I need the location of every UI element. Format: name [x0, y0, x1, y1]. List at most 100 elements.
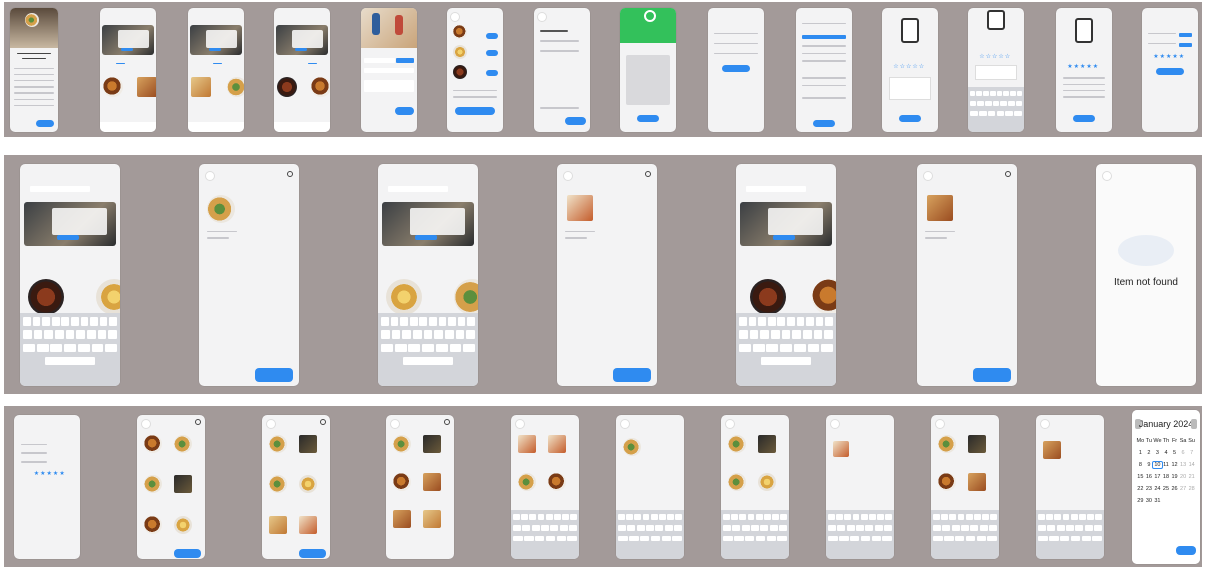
- calendar-day[interactable]: 13: [1179, 462, 1188, 468]
- calendar-day[interactable]: 21: [1187, 474, 1196, 480]
- menu-item-image[interactable]: [392, 435, 411, 454]
- back-button[interactable]: [725, 419, 736, 430]
- calendar-day[interactable]: 27: [1179, 486, 1188, 492]
- view-cart-button[interactable]: [613, 368, 651, 382]
- menu-item-image[interactable]: [758, 435, 777, 454]
- menu-item-image[interactable]: [143, 435, 162, 454]
- menu-item-image[interactable]: [968, 435, 987, 454]
- option-toggle[interactable]: [486, 50, 499, 57]
- comment-box[interactable]: [888, 77, 932, 100]
- menu-item-image[interactable]: [268, 435, 287, 454]
- search-icon[interactable]: [645, 170, 651, 177]
- keyboard[interactable]: [378, 312, 478, 386]
- chevron-right-icon[interactable]: [1190, 419, 1197, 430]
- option-toggle[interactable]: [486, 70, 499, 76]
- back-button[interactable]: [620, 419, 631, 430]
- menu-item-image[interactable]: [423, 472, 442, 491]
- food-item-image[interactable]: [136, 77, 156, 98]
- menu-item-image[interactable]: [968, 472, 987, 491]
- view-cart-button[interactable]: [174, 548, 201, 558]
- menu-item-image[interactable]: [517, 435, 536, 454]
- calendar-day[interactable]: 9: [1145, 462, 1154, 468]
- book-button[interactable]: [394, 107, 414, 115]
- search-icon[interactable]: [1005, 170, 1011, 177]
- submit-button[interactable]: [1156, 67, 1184, 75]
- menu-item-image[interactable]: [423, 510, 442, 529]
- back-button[interactable]: [923, 170, 933, 181]
- calendar-day[interactable]: 12: [1170, 462, 1179, 468]
- search-input[interactable]: [746, 186, 806, 193]
- back-button[interactable]: [1102, 170, 1112, 181]
- calendar-day[interactable]: 30: [1145, 498, 1154, 504]
- search-input[interactable]: [388, 186, 448, 193]
- view-cart-button[interactable]: [299, 548, 326, 558]
- guest-count[interactable]: [395, 57, 414, 63]
- food-item-image[interactable]: [454, 279, 478, 316]
- view-cart-button[interactable]: [255, 368, 293, 382]
- option-toggle[interactable]: [486, 32, 499, 39]
- menu-item-image[interactable]: [548, 472, 567, 491]
- search-icon[interactable]: [319, 419, 326, 426]
- calendar-day[interactable]: 24: [1153, 486, 1162, 492]
- tab-active[interactable]: [115, 62, 125, 65]
- name-field[interactable]: [364, 57, 395, 63]
- view-cart-button[interactable]: [973, 368, 1011, 382]
- keyboard[interactable]: [721, 510, 789, 559]
- keyboard[interactable]: [968, 87, 1024, 132]
- tab-active[interactable]: [212, 62, 222, 65]
- calendar-day[interactable]: 11: [1162, 462, 1171, 468]
- keyboard[interactable]: [931, 510, 999, 559]
- date-field[interactable]: [364, 67, 414, 73]
- food-item-image[interactable]: [386, 279, 422, 316]
- calendar-day[interactable]: 23: [1145, 486, 1154, 492]
- menu-item-image[interactable]: [1042, 440, 1061, 459]
- toggle-chip[interactable]: [1178, 42, 1193, 47]
- food-item-image[interactable]: [191, 77, 212, 98]
- comment-box[interactable]: [974, 65, 1018, 80]
- menu-item-image[interactable]: [832, 440, 849, 457]
- food-item-image[interactable]: [310, 77, 330, 98]
- keyboard[interactable]: [511, 510, 579, 559]
- food-item-image[interactable]: [103, 77, 124, 98]
- keyboard[interactable]: [616, 510, 684, 559]
- menu-item-image[interactable]: [727, 472, 746, 491]
- confirm-date-button[interactable]: [1176, 545, 1196, 555]
- calendar-day[interactable]: 18: [1162, 474, 1171, 480]
- back-button[interactable]: [563, 170, 573, 181]
- keyboard[interactable]: [826, 510, 894, 559]
- calendar-day[interactable]: 20: [1179, 474, 1188, 480]
- form-field[interactable]: [713, 52, 759, 55]
- back-button[interactable]: [1040, 419, 1051, 430]
- back-button[interactable]: [537, 11, 548, 22]
- back-button[interactable]: [205, 170, 215, 181]
- calendar-day[interactable]: 17: [1153, 474, 1162, 480]
- keyboard[interactable]: [20, 312, 120, 386]
- continue-button[interactable]: [36, 119, 55, 128]
- keyboard[interactable]: [736, 312, 836, 386]
- rating-stars[interactable]: ☆☆☆☆☆: [893, 63, 925, 70]
- food-item-image[interactable]: [750, 279, 786, 316]
- calendar-day[interactable]: 16: [1145, 474, 1154, 480]
- submit-button[interactable]: [722, 65, 750, 73]
- calendar-day[interactable]: 28: [1187, 486, 1196, 492]
- form-field[interactable]: [713, 32, 759, 35]
- back-button[interactable]: [935, 419, 946, 430]
- done-button[interactable]: [636, 114, 660, 123]
- menu-item-image[interactable]: [174, 475, 193, 494]
- checkout-button[interactable]: [564, 117, 586, 125]
- food-item-image[interactable]: [227, 77, 244, 98]
- menu-item-image[interactable]: [143, 475, 162, 494]
- calendar-day[interactable]: 3: [1153, 450, 1162, 456]
- search-icon[interactable]: [287, 170, 293, 177]
- menu-item-image[interactable]: [268, 475, 287, 494]
- calendar-day[interactable]: 19: [1170, 474, 1179, 480]
- result-item-image[interactable]: [927, 195, 953, 222]
- calendar-day[interactable]: 15: [1136, 474, 1145, 480]
- menu-item-image[interactable]: [758, 472, 777, 491]
- menu-item-image[interactable]: [622, 438, 641, 457]
- menu-item-image[interactable]: [174, 515, 193, 534]
- calendar-day[interactable]: 6: [1179, 450, 1188, 456]
- menu-item-image[interactable]: [517, 472, 536, 491]
- calendar-day[interactable]: 25: [1162, 486, 1171, 492]
- back-button[interactable]: [450, 11, 461, 22]
